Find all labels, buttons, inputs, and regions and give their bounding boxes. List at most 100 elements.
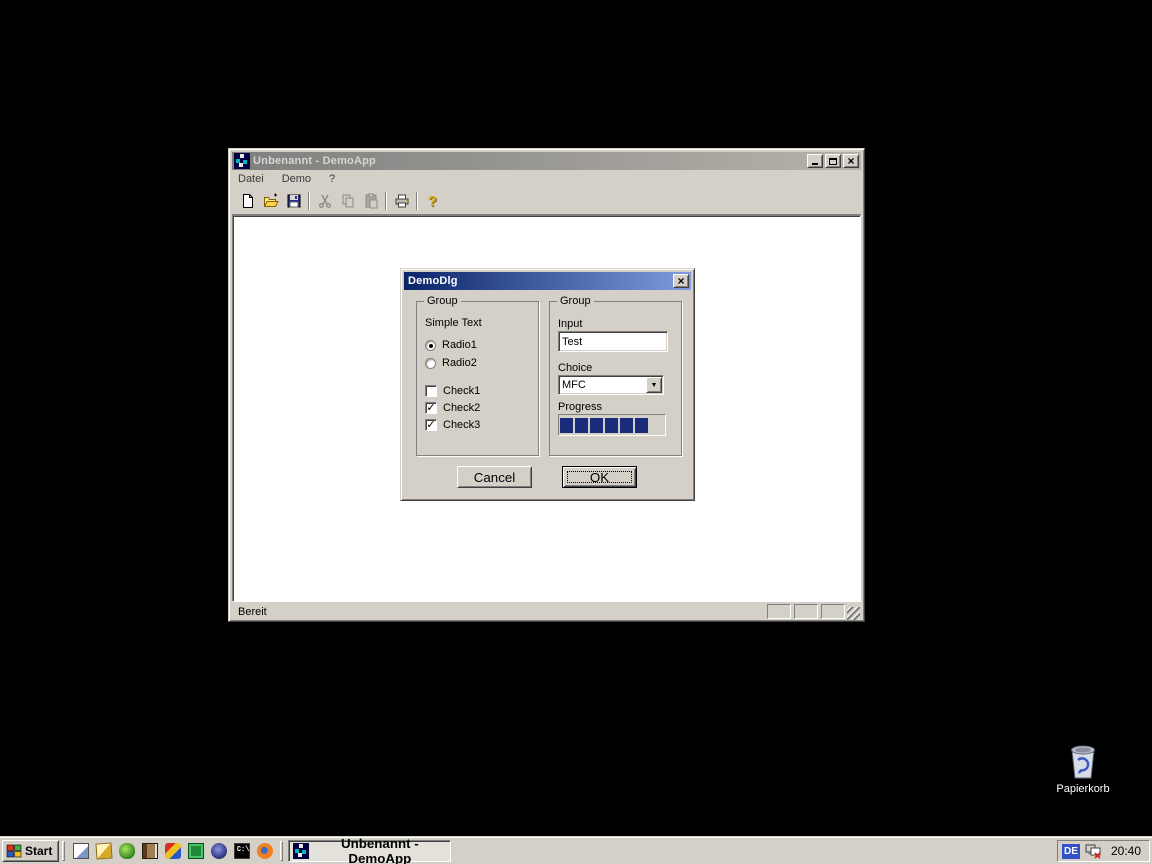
copy-icon [340,193,356,209]
dialog-titlebar[interactable]: DemoDlg × [404,272,691,290]
checkbox-option[interactable]: ✓Check3 [425,418,480,432]
checkbox-icon[interactable]: ✓ [425,419,437,431]
command-prompt-button[interactable] [231,841,252,862]
progress-segment [590,418,603,433]
green-app-icon [119,843,135,859]
copy-button[interactable] [336,190,359,212]
mfc-app-icon [234,153,250,169]
globe-icon [211,843,227,859]
save-button[interactable] [282,190,305,212]
maximize-button[interactable] [825,154,841,168]
start-label: Start [25,844,52,858]
progress-label: Progress [558,401,602,413]
menu-datei[interactable]: Datei [238,173,264,185]
input-field[interactable] [558,331,668,352]
help-icon: ? [428,193,437,210]
address-book-button[interactable] [139,841,160,862]
ok-button[interactable]: OK [562,466,637,488]
tray-clock[interactable]: 20:40 [1111,844,1141,858]
progress-segment [605,418,618,433]
task-button-demoapp[interactable]: Unbenannt - DemoApp [288,840,451,862]
system-tray: DE 20:40 [1057,840,1150,862]
group-left-label: Group [424,295,461,307]
resize-grip[interactable] [847,607,860,620]
dialog-body: Group Simple Text Radio1Radio2 Check1✓Ch… [404,290,691,499]
menubar: Datei Demo ? [232,170,861,188]
choice-combobox[interactable]: MFC ▼ [558,375,664,395]
quick-launch [68,841,277,862]
minimize-icon [812,163,818,165]
pen-notes-button[interactable] [93,841,114,862]
print-icon [394,193,410,209]
print-button[interactable] [390,190,413,212]
green-app-button[interactable] [116,841,137,862]
language-indicator[interactable]: DE [1062,844,1080,859]
open-folder-button[interactable] [259,190,282,212]
desktop: { "window": { "title": "Unbenannt - Demo… [0,0,1152,864]
office-button[interactable] [162,841,183,862]
input-label: Input [558,318,582,330]
recycle-bin[interactable]: Papierkorb [1050,742,1116,795]
close-button[interactable]: × [843,154,859,168]
show-desktop-icon [73,843,89,859]
toolbar-separator [385,192,387,210]
firefox-icon [257,843,273,859]
globe-button[interactable] [208,841,229,862]
radio-icon[interactable] [425,340,436,351]
checkbox-icon[interactable]: ✓ [425,402,437,414]
maximize-icon [829,158,837,165]
status-pane [794,604,818,619]
radio-icon[interactable] [425,358,436,369]
window-title: Unbenannt - DemoApp [253,155,805,167]
start-button[interactable]: Start [2,840,59,862]
command-prompt-icon [234,843,250,859]
progress-segment [635,418,648,433]
progress-segment [560,418,573,433]
address-book-icon [142,843,158,859]
recycle-bin-icon [1066,742,1100,780]
paste-button[interactable] [359,190,382,212]
taskbar-grip[interactable] [280,841,283,861]
checkbox-icon[interactable] [425,385,437,397]
combo-dropdown-button[interactable]: ▼ [646,377,662,393]
help-button[interactable]: ? [421,190,444,212]
new-document-button[interactable] [236,190,259,212]
mfc-app-icon [293,843,309,859]
choice-label: Choice [558,362,592,374]
checkbox-option[interactable]: ✓ Check2 [425,401,480,415]
close-icon: × [677,277,684,286]
menu-help[interactable]: ? [329,173,335,185]
status-text: Bereit [238,606,767,618]
group-right: Group Input Choice MFC ▼ Progress [549,301,682,456]
show-desktop-button[interactable] [70,841,91,862]
simple-text-label: Simple Text [425,317,482,329]
open-folder-icon [263,193,279,209]
menu-demo[interactable]: Demo [282,173,311,185]
cancel-button[interactable]: Cancel [457,466,532,488]
group-left: Group Simple Text Radio1Radio2 Check1✓Ch… [416,301,539,456]
toolbar-separator [308,192,310,210]
radio-label: Radio2 [442,357,477,369]
taskbar: Start Unbenannt - DemoApp DE 20:40 [0,837,1152,864]
minimize-button[interactable] [807,154,823,168]
checkbox-option[interactable]: Check1 [425,384,480,398]
radio-option[interactable]: Radio1 [425,338,477,352]
choice-value: MFC [559,379,645,391]
cut-button[interactable] [313,190,336,212]
radio-label: Radio1 [442,339,477,351]
pen-notes-icon [95,842,112,859]
firefox-button[interactable] [254,841,275,862]
terminal-rz-button[interactable] [185,841,206,862]
statusbar-panes [767,604,845,619]
checkbox-label: Check2 [443,402,480,414]
demo-dialog: DemoDlg × Group Simple Text Radio1 Radio2… [400,268,695,501]
radio-option[interactable]: Radio2 [425,356,477,370]
taskbar-grip[interactable] [62,841,65,861]
app-titlebar[interactable]: Unbenannt - DemoApp × [232,152,861,170]
dialog-close-button[interactable]: × [673,274,689,288]
close-icon: × [847,157,854,166]
chevron-down-icon: ▼ [651,382,658,389]
progress-segment [575,418,588,433]
group-right-label: Group [557,295,594,307]
network-offline-icon[interactable] [1085,844,1102,859]
